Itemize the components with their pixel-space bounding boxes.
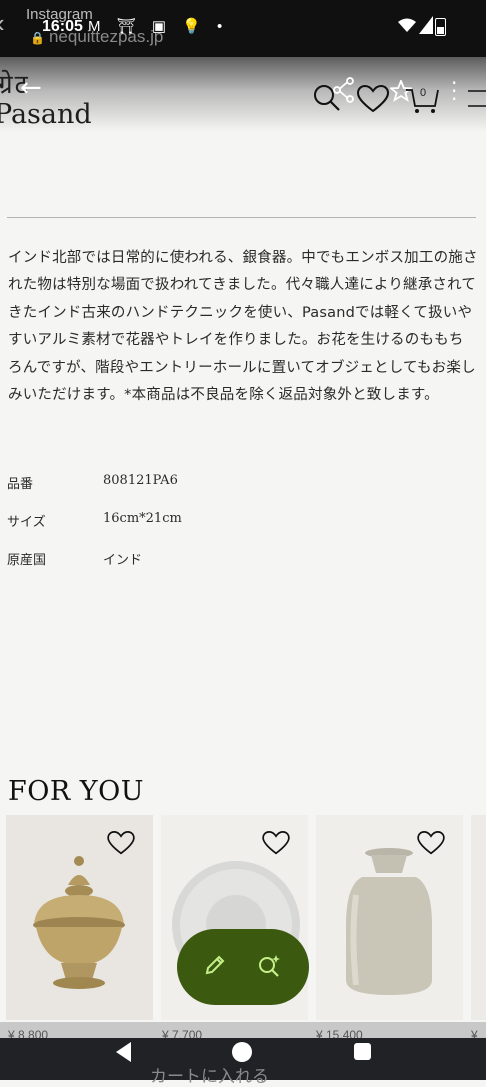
status-bar: ‹ Instagram 🔒nequittezpas.jp 16:05 M ⛩ ▣… <box>0 0 486 57</box>
chevron-left-icon: ‹ <box>0 8 5 39</box>
card-heart-icon[interactable] <box>417 831 445 855</box>
clock: 16:05 <box>42 18 83 35</box>
more-menu-icon[interactable]: · · · <box>451 73 457 109</box>
site-header: ग्रेट Pasand ← 0 · · · <box>0 57 486 132</box>
spec-value: 16cm*21cm <box>103 511 182 526</box>
favorite-heart-icon[interactable] <box>357 85 389 113</box>
spec-value: インド <box>103 553 143 568</box>
add-to-cart-label[interactable]: カートに入れる <box>150 1062 269 1087</box>
nav-recents-icon[interactable] <box>354 1043 371 1060</box>
floating-action-pill <box>177 929 309 1005</box>
spec-value: 808121PA6 <box>103 473 178 488</box>
spec-label: 品番 <box>7 477 34 492</box>
share-icon[interactable] <box>333 77 355 103</box>
card-heart-icon[interactable] <box>107 831 135 855</box>
product-description: インド北部では日常的に使われる、銀食器。中でもエンボス加工の施された物は特別な場… <box>8 250 478 404</box>
wifi-icon <box>398 18 416 32</box>
back-arrow-icon[interactable]: ← <box>20 73 42 103</box>
menu-icon[interactable] <box>466 89 486 109</box>
notification-icons: M ⛩ ▣ 💡 • <box>88 18 229 35</box>
edit-pencil-icon[interactable] <box>203 953 227 977</box>
product-card[interactable] <box>6 815 153 1020</box>
signal-icon <box>419 16 433 34</box>
system-nav-bar: カートに入れる <box>0 1038 486 1087</box>
nav-home-icon[interactable] <box>232 1042 252 1062</box>
cart-count-badge: 0 <box>420 87 427 99</box>
battery-icon <box>435 18 446 36</box>
spec-label: 原産国 <box>7 553 47 568</box>
ai-search-sparkle-icon[interactable] <box>257 953 283 979</box>
section-divider <box>7 217 476 218</box>
logo-text: Pasand <box>0 99 92 130</box>
for-you-heading: FOR YOU <box>8 776 144 807</box>
nav-back-icon[interactable] <box>114 1041 132 1063</box>
product-card[interactable] <box>471 815 486 1020</box>
card-heart-icon[interactable] <box>262 831 290 855</box>
product-card[interactable] <box>316 815 463 1020</box>
spec-label: サイズ <box>7 515 46 530</box>
